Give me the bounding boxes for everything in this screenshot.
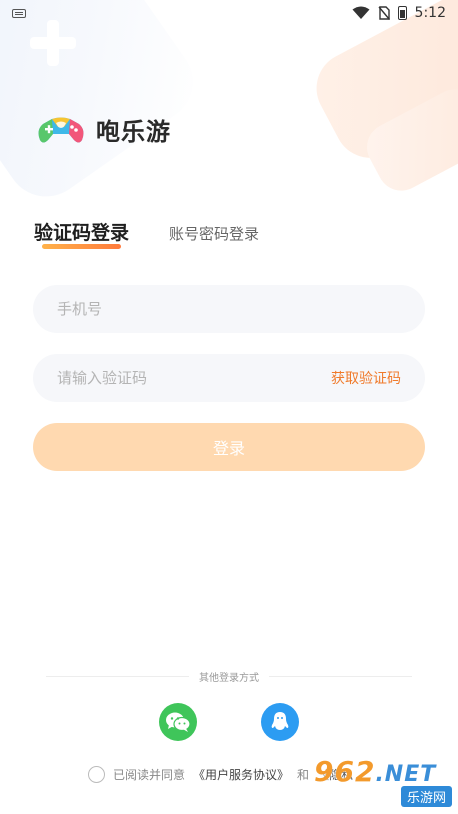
login-method-tabs: 验证码登录 账号密码登录	[34, 218, 259, 249]
watermark-brand: 962.NET	[314, 758, 454, 789]
tab-sms-login[interactable]: 验证码登录	[34, 218, 130, 249]
user-agreement-link[interactable]: 《用户服务协议》	[193, 766, 289, 783]
status-time: 5:12	[414, 5, 446, 21]
agreement-and: 和	[297, 768, 310, 782]
app-name: 咆乐游	[96, 117, 171, 146]
gamepad-logo-icon	[38, 117, 84, 143]
tab-password-login[interactable]: 账号密码登录	[169, 223, 259, 245]
wifi-icon	[352, 6, 370, 19]
divider-line-right	[269, 675, 412, 677]
wechat-icon	[166, 712, 191, 732]
qq-icon	[271, 712, 289, 730]
app-logo: 咆乐游	[34, 110, 171, 148]
phone-field	[33, 285, 425, 333]
agreement-prefix: 已阅读并同意	[113, 768, 186, 782]
status-bar: 5:12	[0, 0, 458, 26]
active-tab-underline	[42, 244, 122, 249]
login-button[interactable]: 登录	[33, 423, 425, 471]
no-sim-icon	[378, 6, 390, 20]
code-field: 获取验证码	[33, 354, 425, 402]
agreement-checkbox[interactable]	[88, 766, 105, 783]
verification-code-input[interactable]	[57, 369, 287, 387]
wechat-login-button[interactable]	[159, 703, 197, 741]
phone-input[interactable]	[57, 300, 287, 318]
qq-login-button[interactable]	[261, 703, 299, 741]
background-plus-shape	[30, 20, 76, 66]
watermark-number: 962	[314, 755, 376, 788]
watermark-sub: 乐游网	[400, 786, 452, 807]
tab-sms-login-label: 验证码登录	[34, 222, 130, 244]
keyboard-icon	[12, 8, 26, 18]
watermark-domain: .NET	[375, 762, 437, 787]
get-code-button[interactable]: 获取验证码	[331, 368, 401, 388]
other-login-label: 其他登录方式	[199, 672, 259, 684]
watermark: 962.NET 乐游网	[314, 758, 454, 808]
divider-line-left	[46, 675, 189, 677]
battery-icon	[397, 6, 407, 20]
other-login-divider: 其他登录方式	[46, 668, 412, 684]
